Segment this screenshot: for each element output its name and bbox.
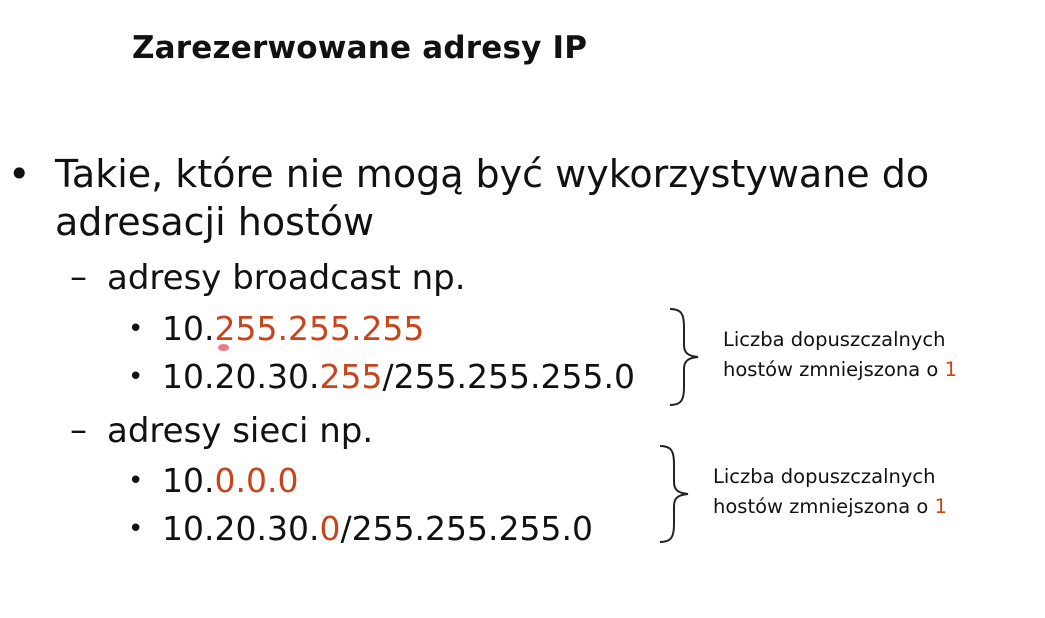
broadcast-note: Liczba dopuszczalnych hostów zmniejszona…	[723, 325, 957, 385]
bullet-icon: •	[128, 514, 144, 544]
note-value: 1	[934, 495, 947, 518]
right-curly-brace-icon	[669, 308, 699, 406]
network-example-2: 10.20.30.0/255.255.255.0	[162, 509, 593, 548]
main-bullet-line1: Takie, które nie mogą być wykorzystywane…	[55, 152, 930, 196]
ip-prefix: 10.	[162, 309, 215, 348]
broadcast-example-1: 10.255.255.255	[162, 309, 424, 348]
bullet-icon: •	[128, 362, 144, 392]
bullet-icon: •	[128, 314, 144, 344]
note-line2: hostów zmniejszona o 1	[723, 355, 957, 385]
ip-prefix: 10.20.30.	[162, 509, 320, 548]
ip-highlight: 0.0.0	[214, 461, 299, 500]
bullet-icon: •	[128, 466, 144, 496]
broadcast-heading: adresy broadcast np.	[107, 258, 466, 298]
broadcast-example-2: 10.20.30.255/255.255.255.0	[162, 357, 635, 396]
ip-mask: /255.255.255.0	[340, 509, 593, 548]
slide-title: Zarezerwowane adresy IP	[132, 30, 588, 66]
bullet-icon: •	[8, 152, 31, 196]
ip-highlight: 0	[319, 509, 341, 548]
main-bullet-text: Takie, które nie mogą być wykorzystywane…	[55, 150, 929, 246]
ip-prefix: 10.	[162, 461, 215, 500]
ip-prefix: 10.20.30.	[162, 357, 320, 396]
network-example-1: 10.0.0.0	[162, 461, 298, 500]
right-curly-brace-icon	[659, 445, 689, 543]
note-line1: Liczba dopuszczalnych	[713, 465, 936, 488]
dash-icon: –	[70, 257, 87, 297]
ip-highlight: 255	[319, 357, 383, 396]
note-line1: Liczba dopuszczalnych	[723, 328, 946, 351]
network-heading: adresy sieci np.	[107, 411, 374, 451]
cursor-mark	[218, 344, 229, 351]
note-text: hostów zmniejszona o	[713, 495, 935, 518]
main-bullet-line2: adresacji hostów	[55, 200, 375, 244]
note-line2: hostów zmniejszona o 1	[713, 492, 947, 522]
note-text: hostów zmniejszona o	[723, 358, 945, 381]
dash-icon: –	[70, 410, 87, 450]
ip-mask: /255.255.255.0	[382, 357, 635, 396]
ip-highlight: 255.255.255	[214, 309, 425, 348]
network-note: Liczba dopuszczalnych hostów zmniejszona…	[713, 462, 947, 522]
note-value: 1	[944, 358, 957, 381]
